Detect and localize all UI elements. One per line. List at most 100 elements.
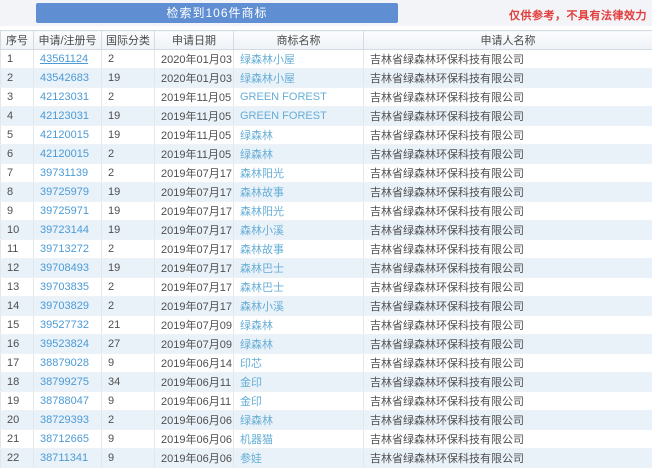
table-row: 73973113922019年07月17日森林阳光吉林省绿森林环保科技有限公司 <box>1 164 652 183</box>
cell-apply-date: 2019年06月06日 <box>155 430 234 449</box>
cell-trademark-name-link[interactable]: 绿森林 <box>234 335 364 354</box>
cell-trademark-name-link[interactable]: 森林阳光 <box>234 202 364 221</box>
cell-trademark-name-link[interactable]: 森林巴士 <box>234 259 364 278</box>
cell-applicant-name: 吉林省绿森林环保科技有限公司 <box>364 335 652 354</box>
cell-index: 11 <box>1 240 34 259</box>
table-row: 1239708493192019年07月17日森林巴士吉林省绿森林环保科技有限公… <box>1 259 652 278</box>
col-header-reg-number: 申请/注册号 <box>34 31 102 50</box>
cell-index: 21 <box>1 430 34 449</box>
cell-index: 8 <box>1 183 34 202</box>
cell-reg-number-link[interactable]: 38788047 <box>34 392 102 411</box>
col-header-apply-date: 申请日期 <box>155 31 234 50</box>
cell-trademark-name-link[interactable]: GREEN FOREST <box>234 107 364 126</box>
cell-index: 10 <box>1 221 34 240</box>
cell-trademark-name-link[interactable]: 森林小溪 <box>234 297 364 316</box>
cell-reg-number-link[interactable]: 39725971 <box>34 202 102 221</box>
cell-reg-number-link[interactable]: 39523824 <box>34 335 102 354</box>
cell-applicant-name: 吉林省绿森林环保科技有限公司 <box>364 430 652 449</box>
table-row: 193878804792019年06月11日金印吉林省绿森林环保科技有限公司 <box>1 392 652 411</box>
table-row: 243542683192020年01月03日绿森林小屋吉林省绿森林环保科技有限公… <box>1 69 652 88</box>
cell-applicant-name: 吉林省绿森林环保科技有限公司 <box>364 107 652 126</box>
cell-apply-date: 2019年06月06日 <box>155 411 234 430</box>
cell-intl-class: 9 <box>102 354 155 373</box>
trademark-results-table: 序号 申请/注册号 国际分类 申请日期 商标名称 申请人名称 143561124… <box>0 30 652 468</box>
cell-reg-number-link[interactable]: 39713272 <box>34 240 102 259</box>
cell-reg-number-link[interactable]: 39703829 <box>34 297 102 316</box>
cell-reg-number-link[interactable]: 39703835 <box>34 278 102 297</box>
cell-reg-number-link[interactable]: 42123031 <box>34 88 102 107</box>
cell-trademark-name-link[interactable]: 绿森林 <box>234 126 364 145</box>
cell-reg-number-link[interactable]: 42123031 <box>34 107 102 126</box>
cell-trademark-name-link[interactable]: GREEN FOREST <box>234 88 364 107</box>
cell-intl-class: 9 <box>102 449 155 468</box>
cell-reg-number-link[interactable]: 43561124 <box>34 50 102 69</box>
cell-intl-class: 2 <box>102 297 155 316</box>
cell-reg-number-link[interactable]: 39723144 <box>34 221 102 240</box>
cell-intl-class: 2 <box>102 88 155 107</box>
cell-reg-number-link[interactable]: 42120015 <box>34 145 102 164</box>
cell-index: 2 <box>1 69 34 88</box>
cell-applicant-name: 吉林省绿森林环保科技有限公司 <box>364 164 652 183</box>
search-result-banner: 检索到106件商标 <box>36 3 398 23</box>
cell-applicant-name: 吉林省绿森林环保科技有限公司 <box>364 259 652 278</box>
cell-intl-class: 19 <box>102 259 155 278</box>
cell-trademark-name-link[interactable]: 绿森林小屋 <box>234 50 364 69</box>
cell-reg-number-link[interactable]: 43542683 <box>34 69 102 88</box>
col-header-trademark-name: 商标名称 <box>234 31 364 50</box>
cell-intl-class: 19 <box>102 126 155 145</box>
cell-intl-class: 19 <box>102 221 155 240</box>
cell-intl-class: 34 <box>102 373 155 392</box>
cell-reg-number-link[interactable]: 39731139 <box>34 164 102 183</box>
table-row: 213871266592019年06月06日机器猫吉林省绿森林环保科技有限公司 <box>1 430 652 449</box>
table-row: 839725979192019年07月17日森林故事吉林省绿森林环保科技有限公司 <box>1 183 652 202</box>
cell-reg-number-link[interactable]: 38879028 <box>34 354 102 373</box>
cell-trademark-name-link[interactable]: 机器猫 <box>234 430 364 449</box>
cell-apply-date: 2019年07月17日 <box>155 259 234 278</box>
col-header-index: 序号 <box>1 31 34 50</box>
cell-apply-date: 2019年07月17日 <box>155 164 234 183</box>
cell-index: 14 <box>1 297 34 316</box>
table-row: 542120015192019年11月05日绿森林吉林省绿森林环保科技有限公司 <box>1 126 652 145</box>
table-row: 113971327222019年07月17日森林故事吉林省绿森林环保科技有限公司 <box>1 240 652 259</box>
cell-apply-date: 2019年07月09日 <box>155 335 234 354</box>
cell-trademark-name-link[interactable]: 绿森林 <box>234 411 364 430</box>
table-row: 1039723144192019年07月17日森林小溪吉林省绿森林环保科技有限公… <box>1 221 652 240</box>
cell-trademark-name-link[interactable]: 参娃 <box>234 449 364 468</box>
cell-reg-number-link[interactable]: 38799275 <box>34 373 102 392</box>
cell-trademark-name-link[interactable]: 森林巴士 <box>234 278 364 297</box>
cell-reg-number-link[interactable]: 42120015 <box>34 126 102 145</box>
cell-trademark-name-link[interactable]: 森林故事 <box>234 240 364 259</box>
cell-index: 6 <box>1 145 34 164</box>
cell-intl-class: 2 <box>102 164 155 183</box>
cell-trademark-name-link[interactable]: 绿森林 <box>234 145 364 164</box>
cell-reg-number-link[interactable]: 39527732 <box>34 316 102 335</box>
cell-intl-class: 19 <box>102 107 155 126</box>
cell-intl-class: 9 <box>102 392 155 411</box>
cell-trademark-name-link[interactable]: 金印 <box>234 373 364 392</box>
cell-apply-date: 2019年07月17日 <box>155 240 234 259</box>
cell-reg-number-link[interactable]: 38712665 <box>34 430 102 449</box>
table-body: 14356112422020年01月03日绿森林小屋吉林省绿森林环保科技有限公司… <box>1 50 652 468</box>
cell-trademark-name-link[interactable]: 森林阳光 <box>234 164 364 183</box>
cell-applicant-name: 吉林省绿森林环保科技有限公司 <box>364 88 652 107</box>
cell-trademark-name-link[interactable]: 绿森林小屋 <box>234 69 364 88</box>
cell-trademark-name-link[interactable]: 森林故事 <box>234 183 364 202</box>
cell-intl-class: 9 <box>102 430 155 449</box>
cell-trademark-name-link[interactable]: 森林小溪 <box>234 221 364 240</box>
cell-trademark-name-link[interactable]: 绿森林 <box>234 316 364 335</box>
cell-intl-class: 2 <box>102 411 155 430</box>
cell-reg-number-link[interactable]: 39725979 <box>34 183 102 202</box>
cell-apply-date: 2019年11月05日 <box>155 126 234 145</box>
cell-index: 9 <box>1 202 34 221</box>
table-row: 64212001522019年11月05日绿森林吉林省绿森林环保科技有限公司 <box>1 145 652 164</box>
cell-reg-number-link[interactable]: 39708493 <box>34 259 102 278</box>
cell-reg-number-link[interactable]: 38729393 <box>34 411 102 430</box>
table-row: 1539527732212019年07月09日绿森林吉林省绿森林环保科技有限公司 <box>1 316 652 335</box>
cell-apply-date: 2020年01月03日 <box>155 50 234 69</box>
cell-trademark-name-link[interactable]: 金印 <box>234 392 364 411</box>
cell-index: 16 <box>1 335 34 354</box>
cell-reg-number-link[interactable]: 38711341 <box>34 449 102 468</box>
table-row: 223871134192019年06月06日参娃吉林省绿森林环保科技有限公司 <box>1 449 652 468</box>
cell-applicant-name: 吉林省绿森林环保科技有限公司 <box>364 240 652 259</box>
cell-trademark-name-link[interactable]: 印芯 <box>234 354 364 373</box>
